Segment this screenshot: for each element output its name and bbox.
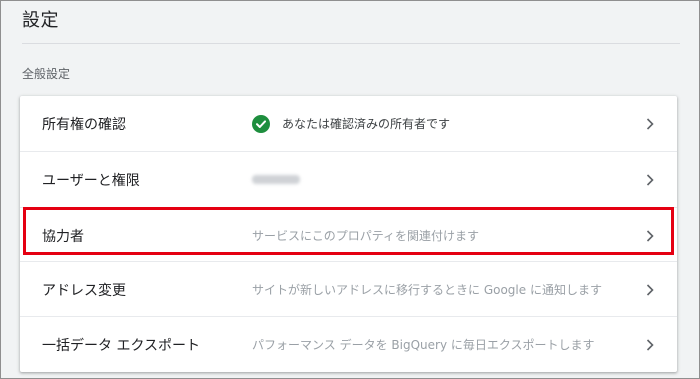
row-value-redacted (252, 175, 300, 184)
ownership-status-text: あなたは確認済みの所有者です (282, 117, 451, 131)
row-label: ユーザーと権限 (42, 172, 140, 189)
settings-row-ownership-verification[interactable]: 所有権の確認 あなたは確認済みの所有者です (20, 96, 677, 151)
row-label: 協力者 (42, 228, 84, 245)
settings-row-users-permissions[interactable]: ユーザーと権限 (20, 152, 677, 207)
general-settings-card: 所有権の確認 あなたは確認済みの所有者です ユーザーと権限 協力者 サービスにこ… (20, 96, 677, 372)
page-title: 設定 (22, 10, 59, 31)
section-label: 全般設定 (22, 67, 71, 81)
row-value: あなたは確認済みの所有者です (252, 114, 451, 133)
row-value: サービスにこのプロパティを関連付けます (252, 229, 480, 243)
chevron-right-icon (645, 338, 655, 352)
check-circle-icon (252, 114, 270, 133)
settings-row-change-of-address[interactable]: アドレス変更 サイトが新しいアドレスに移行するときに Google に通知します (20, 262, 677, 317)
chevron-right-icon (645, 117, 655, 131)
chevron-right-icon (645, 283, 655, 297)
chevron-right-icon (645, 229, 655, 243)
row-value: パフォーマンス データを BigQuery に毎日エクスポートします (252, 338, 595, 352)
row-label: アドレス変更 (42, 282, 126, 299)
redacted-value (252, 175, 300, 184)
chevron-right-icon (645, 173, 655, 187)
row-label: 一括データ エクスポート (42, 337, 201, 354)
row-value: サイトが新しいアドレスに移行するときに Google に通知します (252, 283, 602, 297)
row-label: 所有権の確認 (42, 116, 126, 133)
title-divider (22, 43, 680, 44)
settings-row-bulk-data-export[interactable]: 一括データ エクスポート パフォーマンス データを BigQuery に毎日エク… (20, 317, 677, 372)
settings-row-associates[interactable]: 協力者 サービスにこのプロパティを関連付けます (20, 208, 677, 263)
